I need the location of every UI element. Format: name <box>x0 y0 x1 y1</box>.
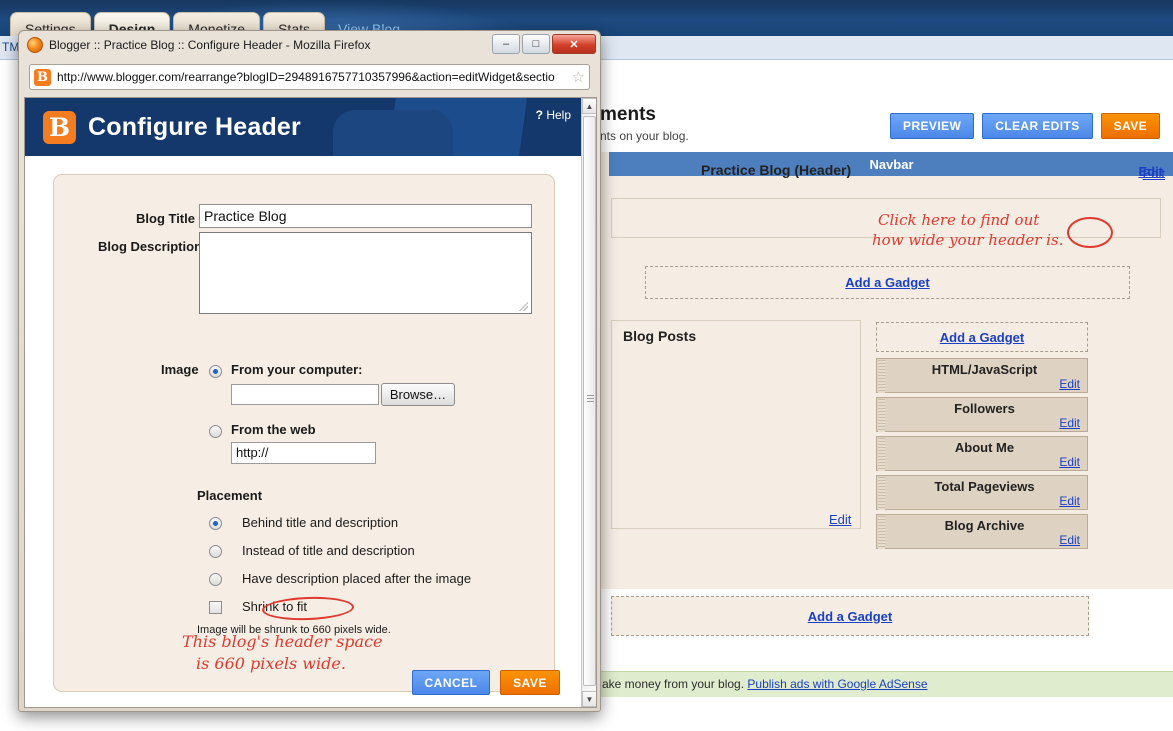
scrollbar-thumb[interactable] <box>583 116 596 686</box>
gadget-label: HTML/JavaScript <box>931 362 1038 377</box>
description-after-image-label: Have description placed after the image <box>242 571 472 586</box>
header-block-label: Practice Blog (Header) <box>701 162 852 178</box>
page-action-buttons: PREVIEW CLEAR EDITS SAVE <box>890 113 1160 139</box>
preview-button[interactable]: PREVIEW <box>890 113 975 139</box>
gadget-edit-link[interactable]: Edit <box>1059 455 1080 469</box>
firefox-nav-bar: B http://www.blogger.com/rearrange?blogI… <box>19 59 600 95</box>
blog-title-label: Blog Title <box>136 211 195 226</box>
page-title: ments <box>600 104 656 125</box>
checkbox-shrink-to-fit[interactable] <box>209 601 222 614</box>
radio-instead-of-title[interactable] <box>209 545 222 558</box>
configure-header-body: Blog Title Practice Blog Blog Descriptio… <box>25 156 583 707</box>
gadget-total-pageviews[interactable]: Total Pageviews Edit <box>876 475 1088 510</box>
navbar-label: Navbar <box>869 156 914 172</box>
radio-description-after-image[interactable] <box>209 573 222 586</box>
annotation-edit-line2: how wide your header is. <box>872 231 1064 249</box>
blog-title-input[interactable]: Practice Blog <box>199 204 532 228</box>
gadget-followers[interactable]: Followers Edit <box>876 397 1088 432</box>
minimize-button[interactable]: – <box>492 34 520 54</box>
from-web-label: From the web <box>231 422 316 437</box>
dialog-scrollbar[interactable]: ▲ ▼ <box>581 98 596 707</box>
bookmark-star-icon[interactable]: ☆ <box>572 68 585 86</box>
firefox-icon <box>27 37 43 53</box>
radio-from-computer[interactable] <box>209 365 222 378</box>
add-gadget-sidebar-label: Add a Gadget <box>939 329 1025 345</box>
gadget-label: About Me <box>954 440 1015 455</box>
dialog-save-button[interactable]: SAVE <box>500 670 560 695</box>
adsense-link[interactable]: Publish ads with Google AdSense <box>747 677 927 691</box>
gadget-edit-link[interactable]: Edit <box>1059 494 1080 508</box>
browse-button[interactable]: Browse… <box>381 383 455 406</box>
from-computer-label: From your computer: <box>231 362 363 377</box>
layout-navbar-block[interactable]: Navbar <box>609 152 1173 176</box>
adsense-promo-text: ake money from your blog. <box>602 677 748 691</box>
adsense-promo-bar: ake money from your blog. Publish ads wi… <box>600 671 1173 697</box>
add-gadget-top[interactable]: Add a Gadget <box>645 266 1130 299</box>
scrollbar-grip-icon <box>587 395 594 402</box>
url-text[interactable]: http://www.blogger.com/rearrange?blogID=… <box>57 70 568 84</box>
save-button[interactable]: SAVE <box>1100 113 1160 139</box>
blog-posts-label: Blog Posts <box>623 328 697 344</box>
blog-description-textarea[interactable] <box>199 232 532 314</box>
gadget-about-me[interactable]: About Me Edit <box>876 436 1088 471</box>
annotation-edit-line1: Click here to find out <box>878 211 1040 229</box>
url-bar[interactable]: B http://www.blogger.com/rearrange?blogI… <box>29 64 590 90</box>
header-edit-link[interactable]: Edit <box>1143 166 1165 181</box>
gadget-html-javascript[interactable]: HTML/JavaScript Edit <box>876 358 1088 393</box>
radio-behind-title[interactable] <box>209 517 222 530</box>
add-gadget-bottom[interactable]: Add a Gadget <box>611 596 1089 636</box>
configure-header-banner: B Configure Header ? Help <box>25 98 583 156</box>
gadget-label: Total Pageviews <box>934 479 1035 494</box>
instead-of-title-label: Instead of title and description <box>242 543 415 558</box>
help-label: Help <box>546 108 571 122</box>
annotation-dialog-line1: This blog's header space <box>182 632 383 651</box>
scroll-up-arrow-icon[interactable]: ▲ <box>582 98 596 114</box>
firefox-title-bar[interactable]: Blogger :: Practice Blog :: Configure He… <box>19 31 600 59</box>
blogger-site-icon: B <box>34 68 51 86</box>
behind-title-label: Behind title and description <box>242 515 399 530</box>
image-label: Image <box>161 362 199 377</box>
gadget-edit-link[interactable]: Edit <box>1059 416 1080 430</box>
textarea-resize-grip[interactable] <box>519 302 528 311</box>
add-gadget-top-label: Add a Gadget <box>845 275 930 290</box>
add-gadget-sidebar[interactable]: Add a Gadget <box>876 322 1088 352</box>
gadget-label: Blog Archive <box>944 518 1025 533</box>
annotation-dialog-line2: is 660 pixels wide. <box>196 654 346 673</box>
gadget-label: Followers <box>954 401 1015 416</box>
gadget-blog-archive[interactable]: Blog Archive Edit <box>876 514 1088 549</box>
placement-heading: Placement <box>197 488 263 503</box>
banner-decoration-2 <box>333 110 453 156</box>
blogger-logo-icon: B <box>43 111 76 144</box>
help-question-icon: ? <box>535 108 543 122</box>
gadget-edit-link[interactable]: Edit <box>1059 377 1080 391</box>
clear-edits-button[interactable]: CLEAR EDITS <box>982 113 1093 139</box>
gadget-edit-link[interactable]: Edit <box>1059 533 1080 547</box>
window-title: Blogger :: Practice Blog :: Configure He… <box>49 38 371 52</box>
radio-from-web[interactable] <box>209 425 222 438</box>
help-link[interactable]: ? Help <box>536 108 571 122</box>
cancel-button[interactable]: CANCEL <box>412 670 490 695</box>
page-subtitle: nts on your blog. <box>600 129 689 143</box>
add-gadget-bottom-label: Add a Gadget <box>807 608 893 624</box>
layout-blog-posts-block[interactable] <box>611 320 861 529</box>
file-path-input[interactable] <box>231 384 379 405</box>
scroll-down-arrow-icon[interactable]: ▼ <box>582 691 596 707</box>
blog-posts-edit-link[interactable]: Edit <box>829 512 851 527</box>
annotation-ellipse-edit <box>1067 217 1113 248</box>
close-button[interactable]: ✕ <box>552 34 596 54</box>
blog-description-label: Blog Description <box>98 239 203 254</box>
window-controls: – □ ✕ <box>492 34 596 54</box>
maximize-button[interactable]: □ <box>522 34 550 54</box>
dialog-title: Configure Header <box>88 113 301 141</box>
web-url-input[interactable]: http:// <box>231 442 376 464</box>
